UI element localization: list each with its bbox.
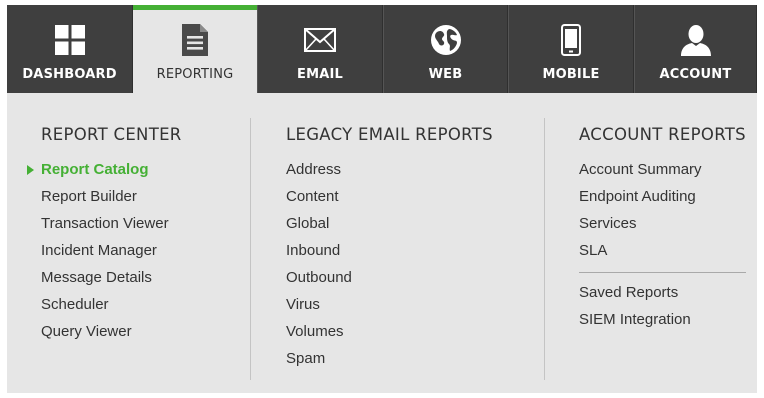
envelope-icon [303,23,337,57]
menu-item-incident-manager[interactable]: Incident Manager [41,237,182,264]
user-icon [679,23,713,57]
tab-account-label: ACCOUNT [659,67,732,82]
phone-icon [554,23,588,57]
menu-item-saved-reports[interactable]: Saved Reports [579,279,746,306]
grid-icon [53,23,87,57]
menu-item-scheduler[interactable]: Scheduler [41,291,182,318]
menu-item-endpoint-auditing[interactable]: Endpoint Auditing [579,183,746,210]
column-divider [250,118,251,380]
account-reports-heading: ACCOUNT REPORTS [579,125,746,144]
legacy-email-reports-heading: LEGACY EMAIL REPORTS [286,125,493,144]
menu-item-report-catalog[interactable]: Report Catalog [27,156,182,183]
menu-item-inbound[interactable]: Inbound [286,237,493,264]
menu-item-virus[interactable]: Virus [286,291,493,318]
tab-dashboard-label: DASHBOARD [22,67,117,82]
menu-item-siem-integration[interactable]: SIEM Integration [579,306,746,333]
menu-item-transaction-viewer[interactable]: Transaction Viewer [41,210,182,237]
main-nav: DASHBOARD REPORTING EMAIL WEB MOBILE ACC… [7,5,757,93]
menu-item-global[interactable]: Global [286,210,493,237]
tab-email[interactable]: EMAIL [257,5,383,93]
menu-item-volumes[interactable]: Volumes [286,318,493,345]
tab-account[interactable]: ACCOUNT [634,5,757,93]
menu-item-account-summary[interactable]: Account Summary [579,156,746,183]
menu-item-report-builder[interactable]: Report Builder [41,183,182,210]
tab-email-label: EMAIL [297,67,343,82]
column-divider [544,118,545,380]
tab-mobile[interactable]: MOBILE [508,5,634,93]
menu-item-message-details[interactable]: Message Details [41,264,182,291]
legacy-email-reports-column: LEGACY EMAIL REPORTS Address Content Glo… [286,125,493,372]
menu-item-services[interactable]: Services [579,210,746,237]
tab-reporting[interactable]: REPORTING [133,5,257,93]
report-center-heading: REPORT CENTER [41,125,182,144]
menu-item-outbound[interactable]: Outbound [286,264,493,291]
account-reports-separator [579,272,746,273]
menu-item-query-viewer[interactable]: Query Viewer [41,318,182,345]
account-reports-column: ACCOUNT REPORTS Account Summary Endpoint… [579,125,746,333]
menu-item-address[interactable]: Address [286,156,493,183]
tab-mobile-label: MOBILE [542,67,600,82]
tab-reporting-label: REPORTING [156,67,234,82]
report-center-column: REPORT CENTER Report Catalog Report Buil… [27,125,182,345]
menu-item-spam[interactable]: Spam [286,345,493,372]
reporting-menu-frame: DASHBOARD REPORTING EMAIL WEB MOBILE ACC… [7,5,757,393]
globe-icon [429,23,463,57]
tab-web[interactable]: WEB [383,5,508,93]
selected-arrow-icon [27,165,34,175]
menu-item-sla[interactable]: SLA [579,237,746,264]
menu-item-content[interactable]: Content [286,183,493,210]
tab-dashboard[interactable]: DASHBOARD [7,5,133,93]
tab-web-label: WEB [428,67,463,82]
document-icon [178,23,212,57]
